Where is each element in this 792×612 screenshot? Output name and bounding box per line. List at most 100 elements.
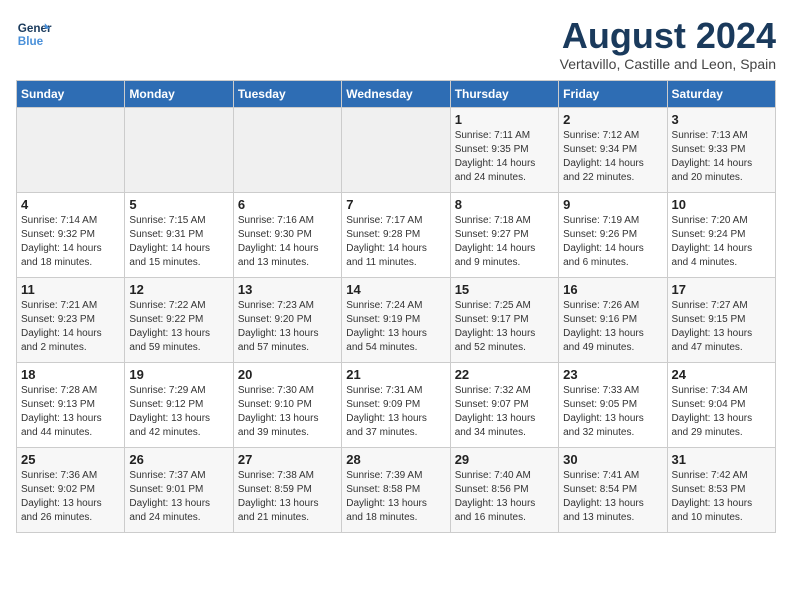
day-info: Sunrise: 7:21 AMSunset: 9:23 PMDaylight:… — [21, 299, 120, 355]
calendar-day-cell: 10Sunrise: 7:20 AMSunset: 9:24 PMDayligh… — [667, 192, 775, 277]
day-number: 26 — [129, 452, 228, 467]
day-number: 11 — [21, 282, 120, 297]
day-number: 1 — [455, 112, 554, 127]
calendar-week-row: 4 Sunrise: 7:14 AMSunset: 9:32 PMDaylight… — [17, 192, 776, 277]
day-number: 30 — [563, 452, 662, 467]
logo-icon: General Blue — [16, 16, 52, 52]
calendar-week-row: 18 Sunrise: 7:28 AMSunset: 9:13 PMDayligh… — [17, 362, 776, 447]
day-info: Sunrise: 7:13 AMSunset: 9:33 PMDaylight:… — [672, 129, 771, 185]
calendar-day-cell: 19Sunrise: 7:29 AMSunset: 9:12 PMDayligh… — [125, 362, 233, 447]
calendar-day-cell: 26 Sunrise: 7:37 AMSunset: 9:01 PMDayligh… — [125, 447, 233, 532]
day-info: Sunrise: 7:17 AMSunset: 9:28 PMDaylight:… — [346, 214, 445, 270]
calendar-body: 1 Sunrise: 7:11 AMSunset: 9:35 PMDaylight… — [17, 107, 776, 532]
day-number: 5 — [129, 197, 228, 212]
weekday-header-row: SundayMondayTuesdayWednesdayThursdayFrid… — [17, 80, 776, 107]
day-number: 29 — [455, 452, 554, 467]
calendar-day-cell: 15Sunrise: 7:25 AMSunset: 9:17 PMDayligh… — [450, 277, 558, 362]
day-number: 12 — [129, 282, 228, 297]
calendar-day-cell: 23 Sunrise: 7:33 AMSunset: 9:05 PMDayligh… — [559, 362, 667, 447]
day-info: Sunrise: 7:26 AMSunset: 9:16 PMDaylight:… — [563, 299, 662, 355]
day-info: Sunrise: 7:16 AMSunset: 9:30 PMDaylight:… — [238, 214, 337, 270]
calendar-day-cell: 3Sunrise: 7:13 AMSunset: 9:33 PMDaylight… — [667, 107, 775, 192]
weekday-header-cell: Sunday — [17, 80, 125, 107]
calendar-day-cell: 1 Sunrise: 7:11 AMSunset: 9:35 PMDaylight… — [450, 107, 558, 192]
day-number: 25 — [21, 452, 120, 467]
day-number: 21 — [346, 367, 445, 382]
calendar-day-cell: 7Sunrise: 7:17 AMSunset: 9:28 PMDaylight… — [342, 192, 450, 277]
weekday-header-cell: Saturday — [667, 80, 775, 107]
day-info: Sunrise: 7:42 AMSunset: 8:53 PMDaylight:… — [672, 469, 771, 525]
calendar-day-cell: 13Sunrise: 7:23 AMSunset: 9:20 PMDayligh… — [233, 277, 341, 362]
day-info: Sunrise: 7:30 AMSunset: 9:10 PMDaylight:… — [238, 384, 337, 440]
day-info: Sunrise: 7:41 AMSunset: 8:54 PMDaylight:… — [563, 469, 662, 525]
logo: General Blue — [16, 16, 52, 52]
day-info: Sunrise: 7:38 AMSunset: 8:59 PMDaylight:… — [238, 469, 337, 525]
day-info: Sunrise: 7:27 AMSunset: 9:15 PMDaylight:… — [672, 299, 771, 355]
calendar-day-cell: 28Sunrise: 7:39 AMSunset: 8:58 PMDayligh… — [342, 447, 450, 532]
calendar-week-row: 11 Sunrise: 7:21 AMSunset: 9:23 PMDayligh… — [17, 277, 776, 362]
day-number: 23 — [563, 367, 662, 382]
calendar-week-row: 25 Sunrise: 7:36 AMSunset: 9:02 PMDayligh… — [17, 447, 776, 532]
day-number: 31 — [672, 452, 771, 467]
day-number: 4 — [21, 197, 120, 212]
day-number: 13 — [238, 282, 337, 297]
day-number: 6 — [238, 197, 337, 212]
calendar-day-cell: 11 Sunrise: 7:21 AMSunset: 9:23 PMDayligh… — [17, 277, 125, 362]
day-number: 18 — [21, 367, 120, 382]
day-info: Sunrise: 7:24 AMSunset: 9:19 PMDaylight:… — [346, 299, 445, 355]
page-header: General Blue August 2024 Vertavillo, Cas… — [16, 16, 776, 72]
day-number: 19 — [129, 367, 228, 382]
calendar-day-cell — [233, 107, 341, 192]
day-info: Sunrise: 7:11 AMSunset: 9:35 PMDaylight:… — [455, 129, 554, 185]
weekday-header-cell: Friday — [559, 80, 667, 107]
calendar-day-cell: 25 Sunrise: 7:36 AMSunset: 9:02 PMDayligh… — [17, 447, 125, 532]
title-block: August 2024 Vertavillo, Castille and Leo… — [560, 16, 776, 72]
day-number: 14 — [346, 282, 445, 297]
calendar-day-cell — [125, 107, 233, 192]
day-info: Sunrise: 7:22 AMSunset: 9:22 PMDaylight:… — [129, 299, 228, 355]
day-number: 27 — [238, 452, 337, 467]
calendar-week-row: 1 Sunrise: 7:11 AMSunset: 9:35 PMDaylight… — [17, 107, 776, 192]
calendar-day-cell: 22Sunrise: 7:32 AMSunset: 9:07 PMDayligh… — [450, 362, 558, 447]
calendar-day-cell: 14 Sunrise: 7:24 AMSunset: 9:19 PMDayligh… — [342, 277, 450, 362]
location: Vertavillo, Castille and Leon, Spain — [560, 56, 776, 72]
day-info: Sunrise: 7:37 AMSunset: 9:01 PMDaylight:… — [129, 469, 228, 525]
day-number: 16 — [563, 282, 662, 297]
calendar-day-cell — [342, 107, 450, 192]
day-info: Sunrise: 7:34 AMSunset: 9:04 PMDaylight:… — [672, 384, 771, 440]
calendar-day-cell: 17 Sunrise: 7:27 AMSunset: 9:15 PMDayligh… — [667, 277, 775, 362]
calendar-day-cell: 24Sunrise: 7:34 AMSunset: 9:04 PMDayligh… — [667, 362, 775, 447]
calendar-day-cell: 4 Sunrise: 7:14 AMSunset: 9:32 PMDaylight… — [17, 192, 125, 277]
month-year: August 2024 — [560, 16, 776, 56]
calendar-day-cell: 2Sunrise: 7:12 AMSunset: 9:34 PMDaylight… — [559, 107, 667, 192]
day-info: Sunrise: 7:19 AMSunset: 9:26 PMDaylight:… — [563, 214, 662, 270]
day-info: Sunrise: 7:14 AMSunset: 9:32 PMDaylight:… — [21, 214, 120, 270]
calendar-day-cell: 18 Sunrise: 7:28 AMSunset: 9:13 PMDayligh… — [17, 362, 125, 447]
day-number: 8 — [455, 197, 554, 212]
day-info: Sunrise: 7:31 AMSunset: 9:09 PMDaylight:… — [346, 384, 445, 440]
day-info: Sunrise: 7:40 AMSunset: 8:56 PMDaylight:… — [455, 469, 554, 525]
day-number: 22 — [455, 367, 554, 382]
day-info: Sunrise: 7:33 AMSunset: 9:05 PMDaylight:… — [563, 384, 662, 440]
calendar-day-cell: 29 Sunrise: 7:40 AMSunset: 8:56 PMDayligh… — [450, 447, 558, 532]
calendar-day-cell: 12 Sunrise: 7:22 AMSunset: 9:22 PMDayligh… — [125, 277, 233, 362]
day-number: 17 — [672, 282, 771, 297]
day-number: 15 — [455, 282, 554, 297]
day-info: Sunrise: 7:36 AMSunset: 9:02 PMDaylight:… — [21, 469, 120, 525]
weekday-header-cell: Tuesday — [233, 80, 341, 107]
calendar-day-cell: 31 Sunrise: 7:42 AMSunset: 8:53 PMDayligh… — [667, 447, 775, 532]
calendar-day-cell: 9 Sunrise: 7:19 AMSunset: 9:26 PMDaylight… — [559, 192, 667, 277]
day-info: Sunrise: 7:28 AMSunset: 9:13 PMDaylight:… — [21, 384, 120, 440]
day-number: 9 — [563, 197, 662, 212]
day-info: Sunrise: 7:12 AMSunset: 9:34 PMDaylight:… — [563, 129, 662, 185]
day-number: 10 — [672, 197, 771, 212]
svg-text:Blue: Blue — [18, 35, 44, 48]
calendar-day-cell — [17, 107, 125, 192]
svg-text:General: General — [18, 22, 52, 35]
calendar-day-cell: 27 Sunrise: 7:38 AMSunset: 8:59 PMDayligh… — [233, 447, 341, 532]
calendar-day-cell: 21 Sunrise: 7:31 AMSunset: 9:09 PMDayligh… — [342, 362, 450, 447]
calendar-day-cell: 8 Sunrise: 7:18 AMSunset: 9:27 PMDaylight… — [450, 192, 558, 277]
day-info: Sunrise: 7:18 AMSunset: 9:27 PMDaylight:… — [455, 214, 554, 270]
day-info: Sunrise: 7:39 AMSunset: 8:58 PMDaylight:… — [346, 469, 445, 525]
weekday-header-cell: Wednesday — [342, 80, 450, 107]
